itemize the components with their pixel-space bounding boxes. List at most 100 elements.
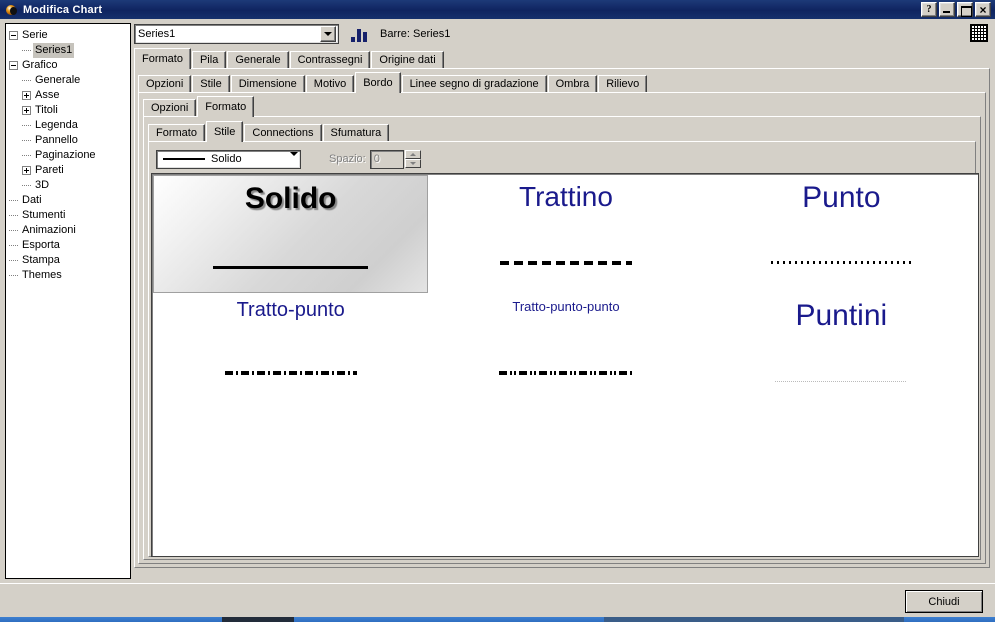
help-button[interactable]: ?: [921, 2, 937, 17]
tab-label: Linee segno di gradazione: [409, 78, 539, 90]
tab-stile[interactable]: Stile: [205, 121, 244, 142]
tree-connector-icon: [9, 241, 18, 250]
tab-connections[interactable]: Connections: [244, 124, 322, 142]
tab-dimensione[interactable]: Dimensione: [230, 75, 305, 93]
tree-item-label: 3D: [35, 179, 50, 191]
tree-item-animazioni[interactable]: Animazioni: [9, 223, 130, 238]
tree-item-label: Themes: [22, 269, 62, 281]
line-style-option-tratto-punto[interactable]: Tratto-punto: [153, 293, 428, 411]
grid-table-icon[interactable]: [970, 24, 988, 42]
tab-motivo[interactable]: Motivo: [305, 75, 355, 93]
tab-ombra[interactable]: Ombra: [547, 75, 598, 93]
line-style-select[interactable]: Solido: [156, 149, 301, 169]
tree-item-pannello[interactable]: Pannello: [9, 133, 130, 148]
line-style-option-punto[interactable]: Punto: [704, 175, 978, 293]
line-style-option-trattino[interactable]: Trattino: [428, 175, 703, 293]
tree-item-label: Grafico: [22, 59, 58, 71]
tabs-level-2[interactable]: Opzioni Stile Dimensione Motivo Bordo Linee s…: [138, 72, 648, 93]
tab-contrassegni[interactable]: Contrassegni: [289, 51, 371, 69]
tree-item-label: Pannello: [35, 134, 78, 146]
tree-item-series1[interactable]: Series1: [9, 43, 130, 58]
tab-label: Formato: [142, 53, 183, 65]
spazio-stepper[interactable]: 0: [369, 149, 421, 169]
spazio-label: Spazio:: [329, 153, 366, 165]
tree-item-themes[interactable]: Themes: [9, 268, 130, 283]
tree-item-dati[interactable]: Dati: [9, 193, 130, 208]
tree-item-stumenti[interactable]: Stumenti: [9, 208, 130, 223]
tab-opzioni[interactable]: Opzioni: [138, 75, 192, 93]
line-style-value: Solido: [211, 153, 242, 165]
tree-item-label: Serie: [22, 29, 48, 41]
series-toolbar: Series1 Barre: Series1: [134, 23, 990, 45]
tab-formato[interactable]: Formato: [197, 96, 255, 117]
tree-item-stampa[interactable]: Stampa: [9, 253, 130, 268]
collapse-icon[interactable]: [9, 61, 18, 70]
tree-item-grafico[interactable]: Grafico: [9, 58, 130, 73]
expand-icon[interactable]: [22, 106, 31, 115]
navigation-tree-panel[interactable]: Serie Series1 Grafico Generale Asse Titoli Leg…: [5, 23, 131, 579]
line-style-sample-solido: [213, 266, 369, 269]
tab-formato[interactable]: Formato: [148, 124, 205, 142]
tab-label: Origine dati: [379, 54, 436, 66]
tree-item-paginazione[interactable]: Paginazione: [9, 148, 130, 163]
tab-label: Formato: [205, 101, 247, 113]
tree-item-3d[interactable]: 3D: [9, 178, 130, 193]
tabs-level-4[interactable]: Formato Stile Connections Sfumatura: [148, 121, 390, 142]
series-select-value: Series1: [138, 28, 176, 40]
tree-item-generale[interactable]: Generale: [9, 73, 130, 88]
line-style-option-puntini[interactable]: Puntini: [704, 293, 978, 411]
close-dialog-button[interactable]: Chiudi: [905, 590, 983, 613]
expand-icon[interactable]: [22, 91, 31, 100]
line-style-option-tratto-punto-punto[interactable]: Tratto-punto-punto: [428, 293, 703, 411]
tree-item-esporta[interactable]: Esporta: [9, 238, 130, 253]
minimize-button[interactable]: _: [939, 2, 955, 17]
tab-formato[interactable]: Formato: [134, 48, 191, 69]
line-style-preview-icon: [163, 158, 205, 160]
series-description-label: Barre: Series1: [380, 28, 451, 40]
tree-item-serie[interactable]: Serie: [9, 28, 130, 43]
collapse-icon[interactable]: [9, 31, 18, 40]
chevron-down-icon[interactable]: [290, 151, 298, 156]
tabs-level-1[interactable]: Formato Pila Generale Contrassegni Origine d…: [134, 48, 445, 69]
close-button[interactable]: ×: [975, 2, 991, 17]
tree-item-legenda[interactable]: Legenda: [9, 118, 130, 133]
line-style-option-solido[interactable]: Solido: [153, 175, 429, 293]
tab-generale[interactable]: Generale: [227, 51, 289, 69]
tab-linee-segno-di-gradazione[interactable]: Linee segno di gradazione: [401, 75, 547, 93]
tab-stile[interactable]: Stile: [192, 75, 230, 93]
tab-label: Sfumatura: [330, 127, 382, 139]
tree-item-label: Stampa: [22, 254, 60, 266]
chevron-down-icon[interactable]: [320, 26, 336, 42]
expand-icon[interactable]: [22, 166, 31, 175]
line-style-option-label: Tratto-punto: [236, 299, 345, 321]
tree-connector-icon: [22, 121, 31, 130]
tab-bordo[interactable]: Bordo: [355, 72, 401, 93]
tab-rilievo[interactable]: Rilievo: [598, 75, 648, 93]
spazio-input[interactable]: 0: [369, 149, 404, 169]
tree-item-pareti[interactable]: Pareti: [9, 163, 130, 178]
tab-label: Ombra: [555, 78, 590, 90]
tab-pila[interactable]: Pila: [191, 51, 227, 69]
spazio-increment-button[interactable]: [404, 149, 421, 159]
modifica-chart-window: Modifica Chart ? _ □ × SerieSeries1Grafi…: [0, 0, 995, 622]
tree-item-titoli[interactable]: Titoli: [9, 103, 130, 118]
line-style-sample-puntini: [775, 381, 908, 382]
tab-origine-dati[interactable]: Origine dati: [371, 51, 444, 69]
spazio-decrement-button[interactable]: [404, 158, 421, 168]
tree-connector-icon: [22, 151, 31, 160]
tab-opzioni[interactable]: Opzioni: [143, 99, 197, 117]
bar-chart-icon: [351, 27, 371, 42]
tabs-level-3[interactable]: Opzioni Formato: [143, 96, 255, 117]
navigation-tree[interactable]: Serie Series1 Grafico Generale Asse Titoli Leg…: [6, 24, 130, 283]
line-style-grid[interactable]: Solido Trattino Punto Tratto-punto Tratto-pu…: [153, 175, 978, 411]
line-style-preview-panel[interactable]: Solido Trattino Punto Tratto-punto Tratto-pu…: [151, 173, 979, 557]
tree-item-label: Legenda: [35, 119, 78, 131]
maximize-button[interactable]: □: [957, 2, 973, 17]
tab-label: Connections: [252, 127, 314, 139]
tab-label: Rilievo: [606, 78, 640, 90]
tab-sfumatura[interactable]: Sfumatura: [322, 124, 390, 142]
series-select[interactable]: Series1: [134, 24, 339, 44]
tab-label: Motivo: [313, 78, 347, 90]
tree-connector-icon: [22, 46, 31, 55]
tree-item-asse[interactable]: Asse: [9, 88, 130, 103]
